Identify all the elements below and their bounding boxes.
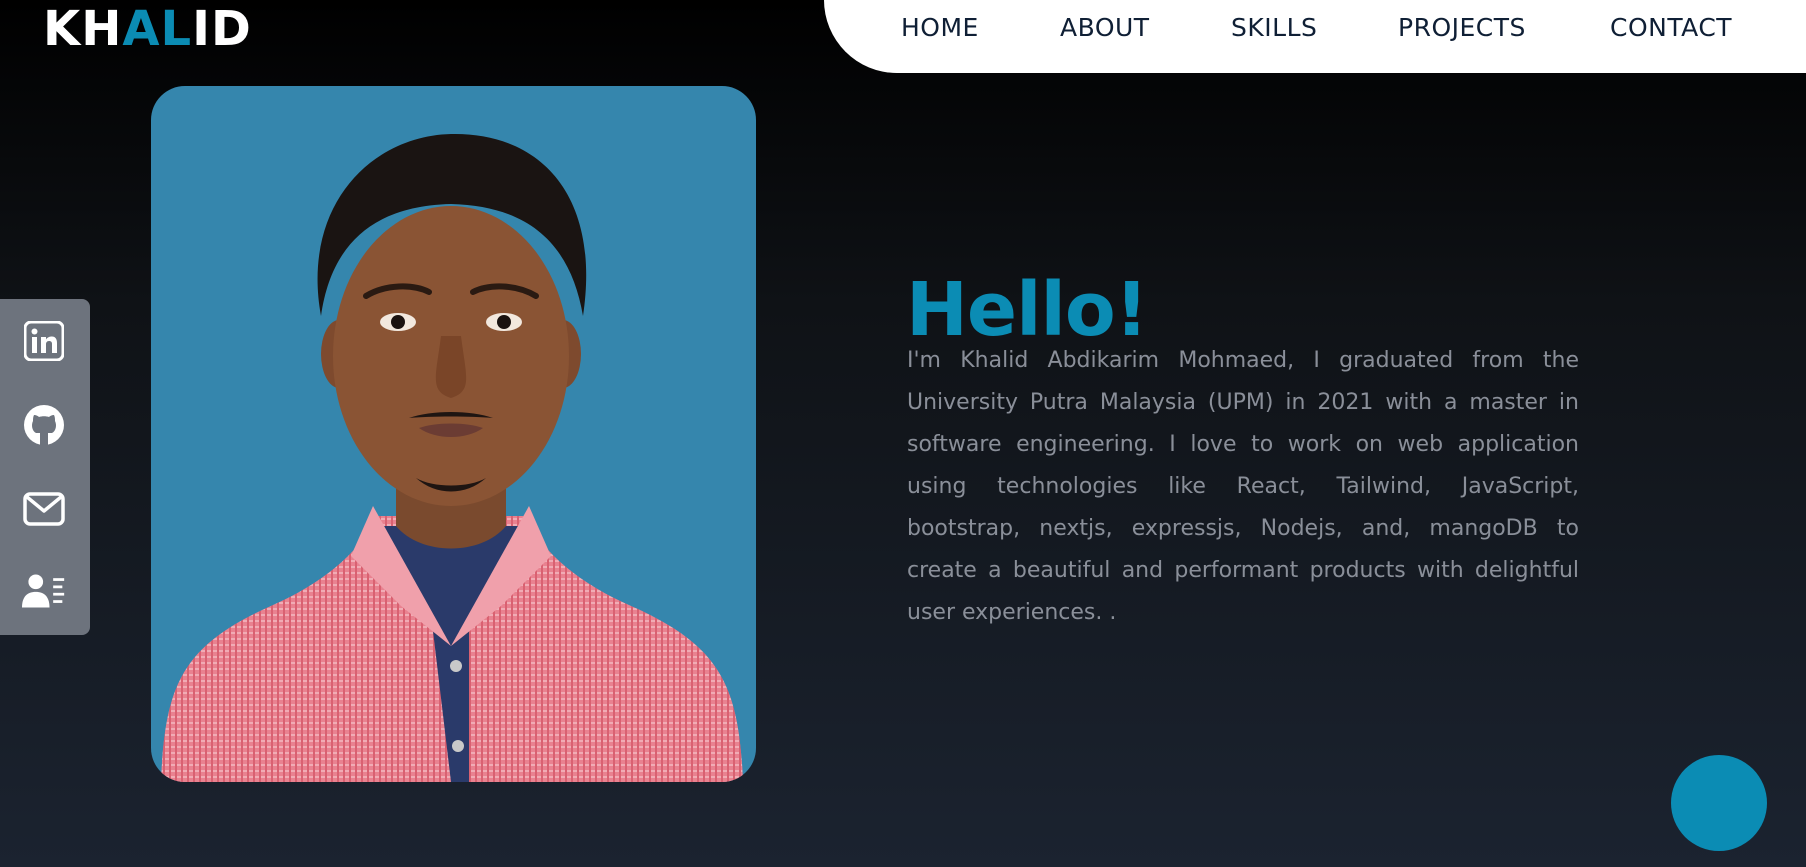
- linkedin-icon: [24, 321, 64, 361]
- nav-skills-link[interactable]: SKILLS: [1231, 13, 1317, 42]
- nav-contact-link[interactable]: CONTACT: [1610, 13, 1732, 42]
- resume-icon: [22, 574, 65, 608]
- logo-part-1: KH: [43, 1, 123, 57]
- github-link[interactable]: [22, 403, 66, 447]
- logo-part-3: ID: [192, 1, 252, 57]
- logo-part-2: AL: [122, 1, 193, 57]
- site-logo[interactable]: KH AL ID: [43, 0, 252, 58]
- profile-photo: [151, 86, 756, 782]
- resume-link[interactable]: [22, 569, 66, 613]
- email-link[interactable]: [22, 487, 66, 531]
- linkedin-link[interactable]: [22, 319, 66, 363]
- nav-home-link[interactable]: HOME: [901, 13, 979, 42]
- nav-about-link[interactable]: ABOUT: [1060, 13, 1150, 42]
- github-icon: [24, 405, 64, 445]
- profile-portrait-illustration: [161, 133, 743, 782]
- hero-greeting: Hello!: [906, 266, 1148, 353]
- floating-action-button[interactable]: [1671, 755, 1767, 851]
- about-paragraph: I'm Khalid Abdikarim Mohmaed, I graduate…: [907, 348, 1579, 625]
- mail-icon: [23, 492, 65, 526]
- main-nav: HOME ABOUT SKILLS PROJECTS CONTACT: [824, 0, 1806, 73]
- nav-projects-link[interactable]: PROJECTS: [1398, 13, 1526, 42]
- social-sidebar: [0, 299, 90, 635]
